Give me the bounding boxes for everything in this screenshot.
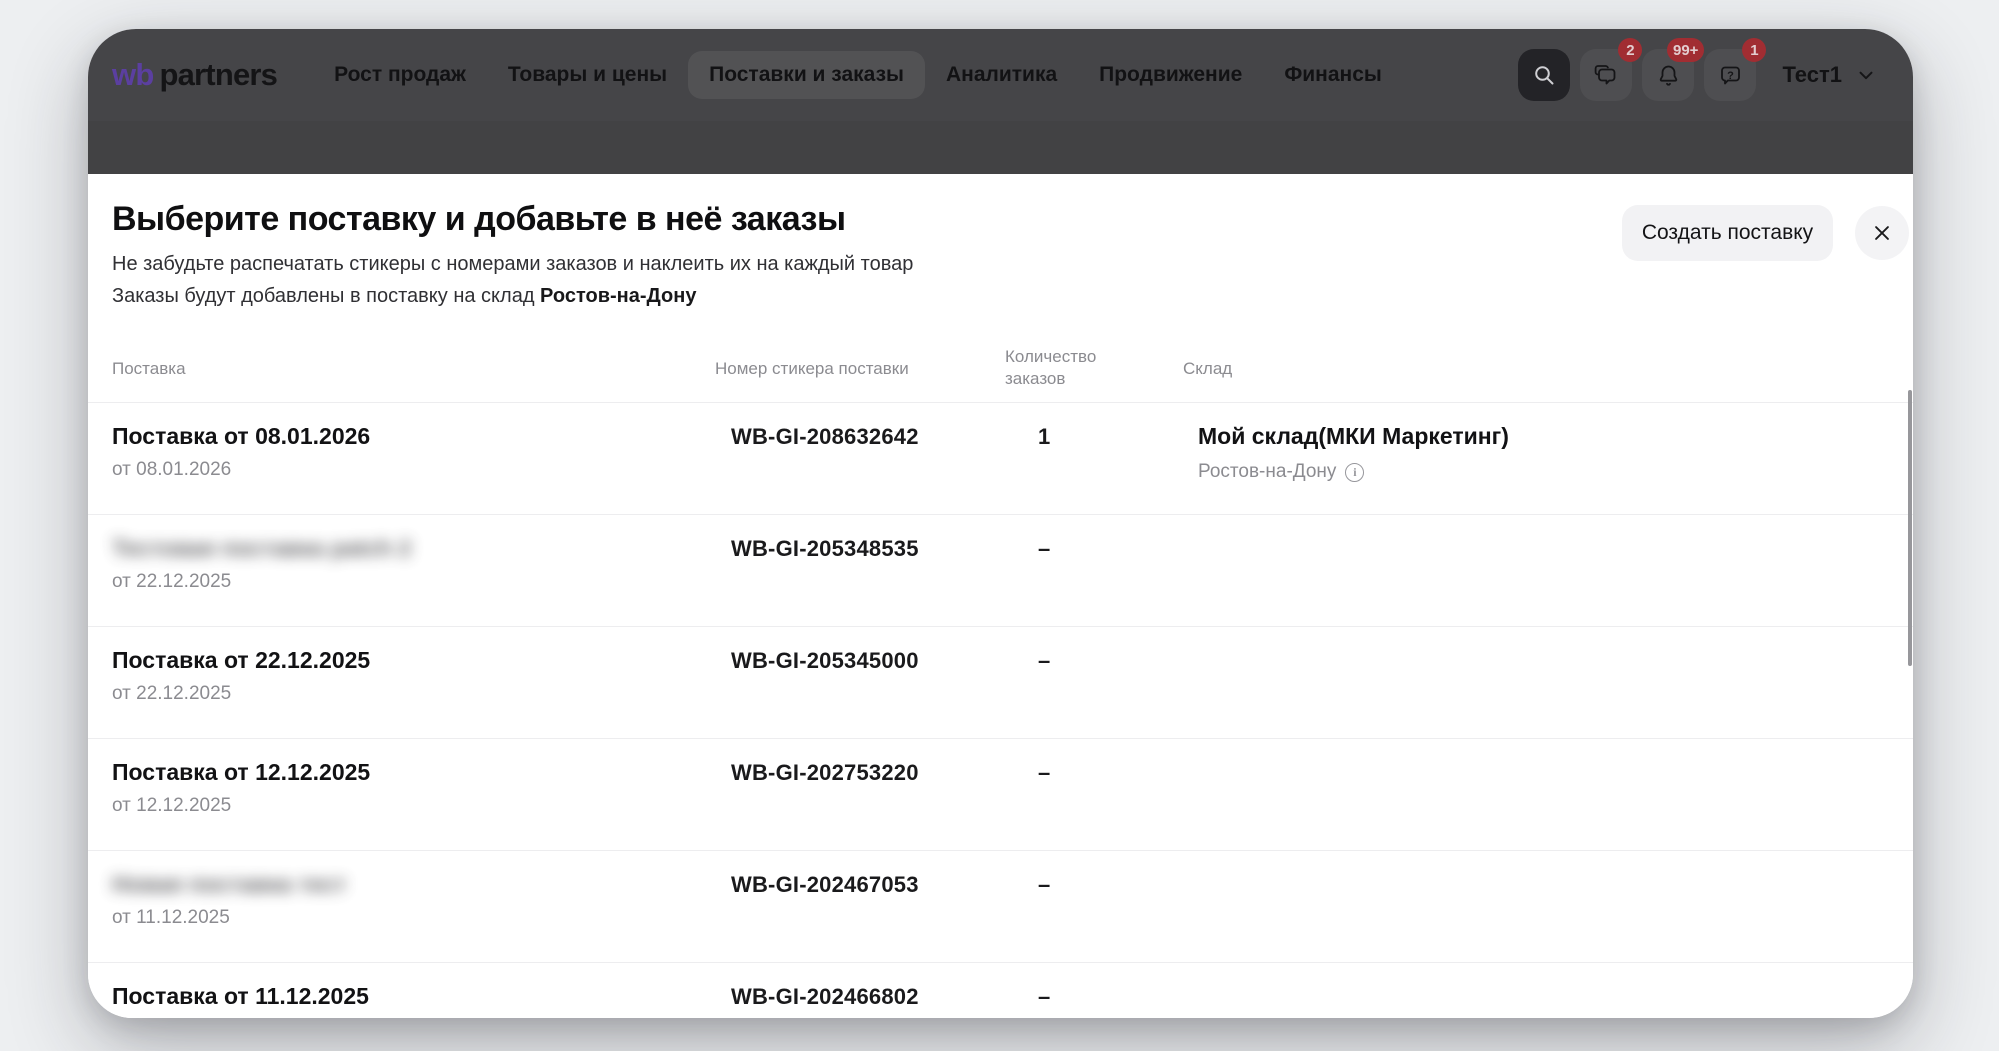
nav-item-label: Поставки и заказы: [709, 63, 904, 86]
table-row[interactable]: Тестовая поставка patch 2 от 22.12.2025 …: [88, 514, 1913, 626]
supply-name: Поставка от 11.12.2025: [112, 983, 369, 1010]
col-header-warehouse: Склад: [1183, 359, 1232, 379]
orders-count: –: [1038, 872, 1050, 898]
search-button[interactable]: [1518, 49, 1570, 101]
col-header-sticker: Номер стикера поставки: [715, 359, 909, 379]
supply-name: Поставка от 22.12.2025: [112, 647, 370, 674]
app-header-dimmed: wb partners Рост продаж Товары и цены Пост…: [88, 29, 1913, 174]
app-window: wb partners Рост продаж Товары и цены Пост…: [88, 29, 1913, 1018]
nav-item-5[interactable]: Финансы: [1263, 51, 1403, 99]
nav-item-0[interactable]: Рост продаж: [313, 51, 487, 99]
help-icon: ?: [1717, 62, 1744, 89]
search-icon: [1532, 63, 1556, 87]
sticker-number: WB-GI-205348535: [731, 536, 919, 562]
orders-count: –: [1038, 984, 1050, 1010]
table-row[interactable]: Поставка от 22.12.2025 от 22.12.2025 WB-…: [88, 626, 1913, 738]
subtitle-line2: Заказы будут добавлены в поставку на скл…: [112, 280, 913, 312]
user-menu[interactable]: Тест1: [1766, 52, 1887, 98]
sticker-number: WB-GI-202753220: [731, 760, 919, 786]
sticker-number: WB-GI-202466802: [731, 984, 919, 1010]
select-supply-modal: Выберите поставку и добавьте в неё заказ…: [88, 174, 1913, 1018]
wb-partners-logo[interactable]: wb partners: [112, 57, 277, 93]
nav-item-label: Товары и цены: [508, 63, 667, 86]
top-navbar: wb partners Рост продаж Товары и цены Пост…: [88, 29, 1913, 121]
main-nav: Рост продаж Товары и цены Поставки и заказ…: [313, 51, 1403, 99]
header-actions: 2 99+ ? 1 Тест1: [1518, 49, 1887, 101]
help-button[interactable]: ? 1: [1704, 49, 1756, 101]
table-row[interactable]: Новая поставка тест от 11.12.2025 WB-GI-…: [88, 850, 1913, 962]
supply-date: от 08.01.2026: [112, 459, 231, 481]
supply-name: Тестовая поставка patch 2: [112, 535, 411, 562]
chevron-down-icon: [1855, 64, 1877, 86]
col-header-count: Количество заказов: [1005, 346, 1119, 390]
notifications-badge: 99+: [1667, 38, 1704, 62]
bell-icon: [1655, 62, 1682, 89]
sticker-number: WB-GI-205345000: [731, 648, 919, 674]
table-row[interactable]: Поставка от 12.12.2025 от 12.12.2025 WB-…: [88, 738, 1913, 850]
warehouse-name: Мой склад(МКИ Маркетинг): [1198, 423, 1509, 450]
logo-wb: wb: [112, 57, 153, 93]
supply-date: от 12.12.2025: [112, 795, 231, 817]
user-name: Тест1: [1782, 62, 1842, 88]
chat-icon: [1593, 62, 1620, 89]
supply-name: Новая поставка тест: [112, 871, 346, 898]
sticker-number: WB-GI-208632642: [731, 424, 919, 450]
notifications-button[interactable]: 99+: [1642, 49, 1694, 101]
scrollbar-thumb[interactable]: [1908, 390, 1912, 666]
subtitle-line1: Не забудьте распечатать стикеры с номера…: [112, 248, 913, 280]
chat-button[interactable]: 2: [1580, 49, 1632, 101]
nav-item-label: Аналитика: [946, 63, 1057, 86]
warehouse-city-line: Ростов-на-Дону i: [1198, 461, 1509, 483]
dimmed-page-area: [88, 121, 1913, 174]
target-warehouse: Ростов-на-Дону: [540, 285, 696, 307]
modal-subtitle: Не забудьте распечатать стикеры с номера…: [112, 248, 913, 312]
supply-date: от 11.12.2025: [112, 907, 230, 929]
warehouse-cell: Мой склад(МКИ Маркетинг) Ростов-на-Дону …: [1198, 423, 1509, 483]
supply-name: Поставка от 12.12.2025: [112, 759, 370, 786]
chat-badge: 2: [1618, 38, 1642, 62]
orders-count: –: [1038, 648, 1050, 674]
supply-date: от 22.12.2025: [112, 571, 231, 593]
table-row[interactable]: Поставка от 11.12.2025 от 11.12.2025 WB-…: [88, 962, 1913, 1018]
orders-count: 1: [1038, 424, 1050, 450]
nav-item-2[interactable]: Поставки и заказы: [688, 51, 925, 99]
warehouse-city: Ростов-на-Дону: [1198, 461, 1336, 483]
nav-item-label: Рост продаж: [334, 63, 466, 86]
close-button[interactable]: [1855, 206, 1909, 260]
sticker-number: WB-GI-202467053: [731, 872, 919, 898]
nav-item-label: Финансы: [1284, 63, 1382, 86]
table-row[interactable]: Поставка от 08.01.2026 от 08.01.2026 WB-…: [88, 402, 1913, 514]
supply-date: от 22.12.2025: [112, 683, 231, 705]
table-body: Поставка от 08.01.2026 от 08.01.2026 WB-…: [88, 402, 1913, 1018]
nav-item-3[interactable]: Аналитика: [925, 51, 1078, 99]
info-icon[interactable]: i: [1345, 463, 1364, 482]
logo-partners: partners: [159, 57, 277, 93]
modal-title: Выберите поставку и добавьте в неё заказ…: [112, 200, 846, 239]
nav-item-1[interactable]: Товары и цены: [487, 51, 688, 99]
col-header-supply: Поставка: [112, 359, 186, 379]
nav-item-label: Продвижение: [1099, 63, 1242, 86]
help-badge: 1: [1742, 38, 1766, 62]
create-supply-button[interactable]: Создать поставку: [1622, 205, 1833, 261]
orders-count: –: [1038, 536, 1050, 562]
supply-name: Поставка от 08.01.2026: [112, 423, 370, 450]
close-icon: [1871, 222, 1893, 244]
nav-item-4[interactable]: Продвижение: [1078, 51, 1263, 99]
svg-text:?: ?: [1727, 69, 1734, 81]
orders-count: –: [1038, 760, 1050, 786]
